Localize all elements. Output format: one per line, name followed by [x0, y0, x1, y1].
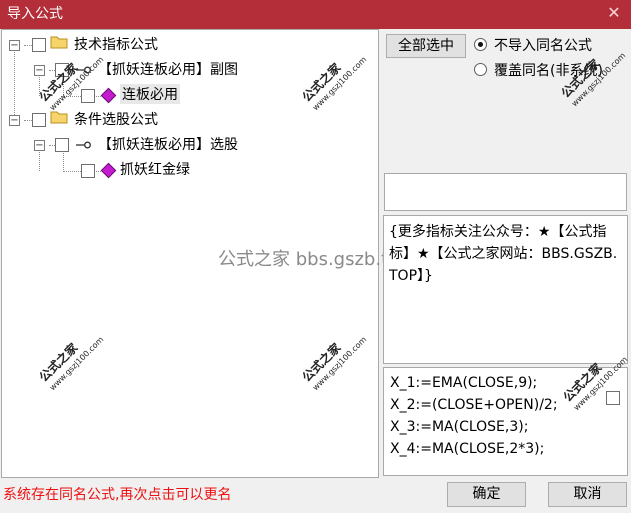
formula-line: X_2:=(CLOSE+OPEN)/2; [390, 397, 558, 413]
description-box [384, 173, 627, 211]
tree-checkbox[interactable] [81, 89, 95, 103]
folder-icon [50, 36, 68, 49]
radio-overwrite[interactable] [474, 63, 487, 76]
key-icon [76, 141, 91, 149]
radio-skip-duplicate[interactable] [474, 38, 487, 51]
formula-line: X_3:=MA(CLOSE,3); [390, 419, 529, 435]
info-box: {更多指标关注公众号：★【公式指标】★【公式之家网站：BBS.GSZB.TOP】… [383, 215, 628, 364]
formula-checkbox[interactable] [606, 391, 620, 405]
cancel-button[interactable]: 取消 [548, 482, 627, 507]
watermark-stamp: 公式之家 www.gszj100.com [299, 54, 369, 113]
close-icon[interactable]: ✕ [607, 3, 621, 23]
watermark-stamp: 公式之家 www.gszj100.com [36, 334, 106, 393]
tree-node-label[interactable]: 【抓妖连板必用】副图 [98, 59, 238, 79]
tree-checkbox[interactable] [32, 113, 46, 127]
tree-node-label[interactable]: 【抓妖连板必用】选股 [98, 134, 238, 154]
tree-node-label[interactable]: 条件选股公式 [74, 109, 158, 129]
tree-node-label[interactable]: 抓妖红金绿 [120, 159, 190, 179]
select-all-button[interactable]: 全部选中 [386, 34, 466, 58]
tree-guide-line [14, 45, 15, 121]
tree-guide-line [24, 45, 32, 46]
ok-button[interactable]: 确定 [447, 482, 526, 507]
center-watermark: 公式之家 bbs.gszb.top [218, 249, 411, 270]
tree-guide-line [24, 120, 32, 121]
info-text: {更多指标关注公众号：★【公式指标】★【公式之家网站：BBS.GSZB.TOP】… [389, 224, 618, 284]
title-bar: 导入公式 ✕ [0, 0, 631, 29]
formula-box: X_1:=EMA(CLOSE,9); X_2:=(CLOSE+OPEN)/2; … [383, 355, 629, 476]
status-message: 系统存在同名公式,再次点击可以更名 [3, 487, 232, 503]
expander-button[interactable]: − [34, 65, 45, 76]
tree-checkbox[interactable] [81, 164, 95, 178]
expander-button[interactable]: − [9, 40, 20, 51]
tree-guide-line [96, 171, 101, 172]
expander-button[interactable]: − [9, 115, 20, 126]
formula-line: X_1:=EMA(CLOSE,9); [390, 375, 538, 391]
folder-icon [50, 111, 68, 124]
tree-checkbox[interactable] [32, 38, 46, 52]
formula-line: X_4:=MA(CLOSE,2*3); [390, 441, 545, 457]
tree-guide-line [64, 171, 81, 172]
expander-button[interactable]: − [34, 140, 45, 151]
gem-icon [100, 162, 117, 179]
gem-icon [100, 87, 117, 104]
radio-label[interactable]: 不导入同名公式 [494, 35, 592, 55]
tree-checkbox[interactable] [55, 138, 69, 152]
tree-guide-line [96, 96, 101, 97]
window-title: 导入公式 [7, 6, 63, 22]
tree-node-label[interactable]: 连板必用 [120, 84, 180, 104]
watermark-stamp: 公式之家 www.gszj100.com [299, 334, 369, 393]
watermark-stamp: 公式之家 www.gszj100.com [36, 54, 106, 113]
